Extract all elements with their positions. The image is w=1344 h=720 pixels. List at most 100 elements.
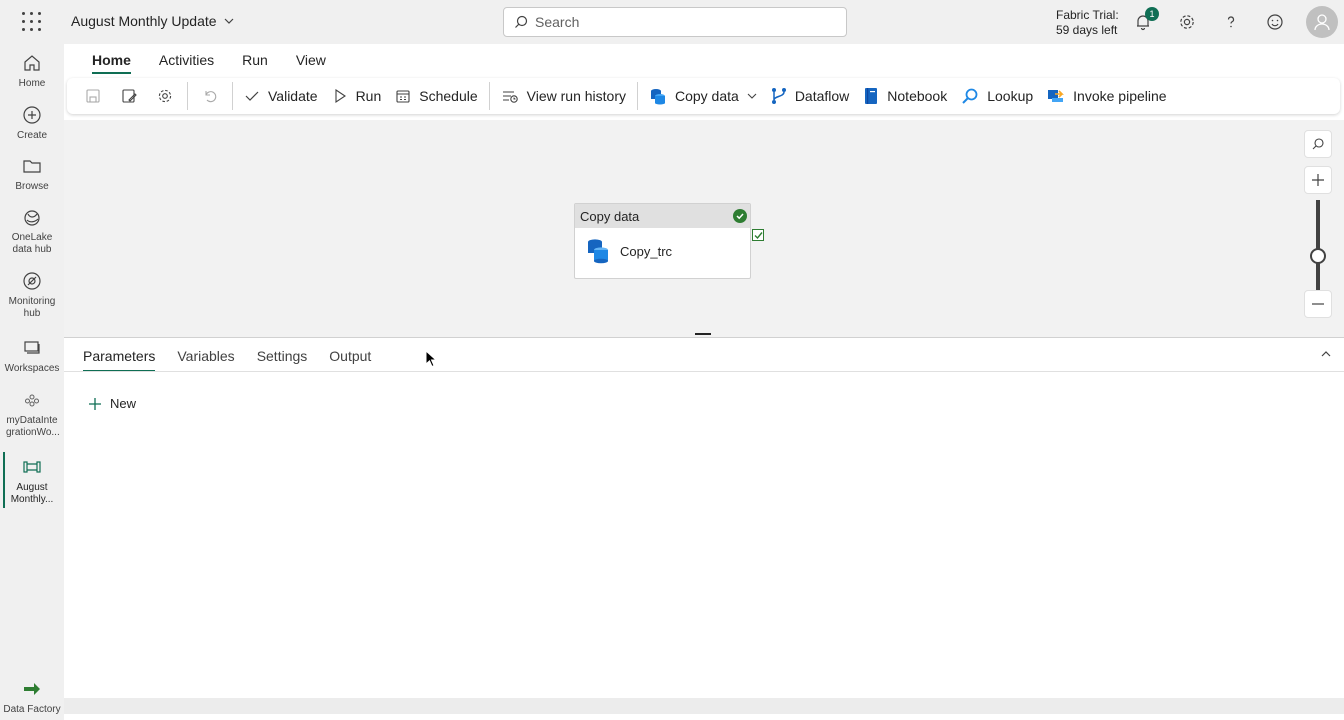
gear-icon (158, 89, 172, 103)
save-as-button[interactable] (111, 81, 147, 111)
view-run-history-label: View run history (526, 88, 626, 104)
rail-item-workspaces[interactable]: Workspaces (0, 337, 64, 375)
tab-activities[interactable]: Activities (145, 50, 228, 74)
invoke-pipeline-button[interactable]: Invoke pipeline (1040, 81, 1173, 111)
gear-icon (1180, 15, 1194, 29)
save-button[interactable] (75, 81, 111, 111)
schedule-label: Schedule (419, 88, 478, 104)
checkmark-icon (245, 91, 259, 101)
ribbon-tabs: Home Activities Run View (78, 50, 340, 74)
schedule-button[interactable]: Schedule (388, 81, 484, 111)
rail-item-home[interactable]: Home (0, 52, 64, 90)
rail-item-monitoring[interactable]: Monitoring hub (0, 270, 64, 320)
properties-panel-tabs: Parameters Variables Settings Output (72, 344, 382, 372)
workspaces-icon (21, 337, 43, 359)
validate-label: Validate (268, 88, 318, 104)
home-icon (21, 52, 43, 74)
panel-divider (64, 371, 1344, 372)
tab-view[interactable]: View (282, 50, 340, 74)
new-label: New (110, 396, 137, 411)
calendar-icon (396, 90, 410, 103)
feedback-button[interactable] (1264, 11, 1286, 33)
rail-label: Home (18, 78, 46, 89)
zoom-slider-thumb[interactable] (1310, 248, 1326, 264)
copy-data-button[interactable]: Copy data (642, 81, 764, 111)
search-input[interactable]: Search (503, 7, 847, 37)
tab-run[interactable]: Run (228, 50, 282, 74)
item-title-dropdown[interactable]: August Monthly Update (71, 13, 235, 29)
top-bar: August Monthly Update Search Fabric Tria… (0, 0, 1344, 44)
trial-status[interactable]: Fabric Trial: 59 days left (1056, 8, 1119, 38)
activity-name: Copy_trc (620, 243, 673, 259)
rail-label: OneLake data hub (11, 232, 53, 255)
zoom-to-fit-button[interactable] (1304, 130, 1332, 158)
tab-output[interactable]: Output (318, 344, 382, 372)
search-placeholder: Search (535, 14, 580, 30)
copy-data-label: Copy data (674, 88, 739, 104)
onelake-icon (21, 206, 43, 228)
zoom-slider-track[interactable] (1316, 200, 1320, 290)
rail-item-onelake[interactable]: OneLake data hub (0, 206, 64, 256)
dataflow-button[interactable]: Dataflow (764, 81, 856, 111)
notifications-button[interactable]: 1 (1132, 7, 1159, 33)
collapse-panel-button[interactable] (1318, 346, 1334, 362)
plus-icon (89, 397, 101, 410)
chevron-down-icon (224, 18, 233, 24)
question-icon (1227, 16, 1235, 28)
on-success-handle[interactable] (752, 229, 764, 241)
notification-badge: 1 (1145, 7, 1159, 21)
zoom-controls (1304, 130, 1332, 318)
pipeline-canvas[interactable]: Copy data Copy_trc (64, 120, 1344, 332)
copy-data-icon (650, 89, 665, 105)
rail-item-data-factory[interactable]: Data Factory (0, 678, 64, 716)
view-run-history-button[interactable]: View run history (494, 81, 633, 111)
search-icon (1312, 138, 1324, 150)
play-icon (335, 88, 346, 104)
settings-button[interactable] (1176, 11, 1198, 33)
run-button[interactable]: Run (325, 81, 389, 111)
smiley-icon (1267, 14, 1283, 30)
save-edit-icon (122, 89, 137, 103)
activity-header: Copy data (575, 204, 750, 228)
undo-button[interactable] (192, 81, 228, 111)
rail-item-workspace[interactable]: myDataInte grationWo... (0, 389, 64, 439)
chevron-down-icon (747, 93, 757, 99)
rail-label: Workspaces (4, 363, 60, 374)
minus-icon (1312, 303, 1324, 305)
rail-label: Data Factory (3, 704, 61, 715)
horizontal-scrollbar[interactable] (64, 698, 1344, 714)
left-nav-rail: Home Create Browse OneLake data hub Moni… (0, 44, 64, 720)
tab-variables[interactable]: Variables (166, 344, 245, 372)
pipeline-settings-button[interactable] (147, 81, 183, 111)
toolbar-divider (488, 82, 490, 110)
resize-grip-icon (695, 333, 711, 335)
notebook-button[interactable]: Notebook (856, 81, 954, 111)
rail-item-browse[interactable]: Browse (0, 155, 64, 193)
rail-item-current-pipeline[interactable]: August Monthly... (0, 452, 64, 508)
rail-label: myDataInte grationWo... (6, 415, 60, 438)
trial-line-2: 59 days left (1056, 23, 1118, 37)
item-title: August Monthly Update (71, 13, 217, 29)
help-button[interactable] (1220, 11, 1242, 33)
save-icon (86, 89, 100, 103)
new-parameter-button[interactable]: New (88, 396, 136, 411)
zoom-out-button[interactable] (1304, 290, 1332, 318)
copy-data-activity-node[interactable]: Copy data Copy_trc (574, 203, 751, 279)
toolbar-divider (232, 82, 233, 110)
copy-data-icon (588, 239, 608, 264)
undo-icon (205, 91, 217, 103)
rail-item-create[interactable]: Create (0, 104, 64, 142)
toolbar-divider (187, 82, 188, 110)
rail-label: Browse (15, 181, 49, 192)
tab-home[interactable]: Home (78, 50, 145, 74)
lookup-button[interactable]: Lookup (954, 81, 1040, 111)
account-avatar[interactable] (1306, 6, 1338, 38)
panel-resize-handle[interactable] (64, 332, 1344, 338)
tab-settings[interactable]: Settings (246, 344, 319, 372)
app-launcher-icon[interactable] (22, 12, 42, 32)
tab-parameters[interactable]: Parameters (72, 344, 166, 372)
plus-circle-icon (21, 104, 43, 126)
validate-button[interactable]: Validate (237, 81, 325, 111)
lookup-label: Lookup (987, 88, 1034, 104)
zoom-in-button[interactable] (1304, 166, 1332, 194)
